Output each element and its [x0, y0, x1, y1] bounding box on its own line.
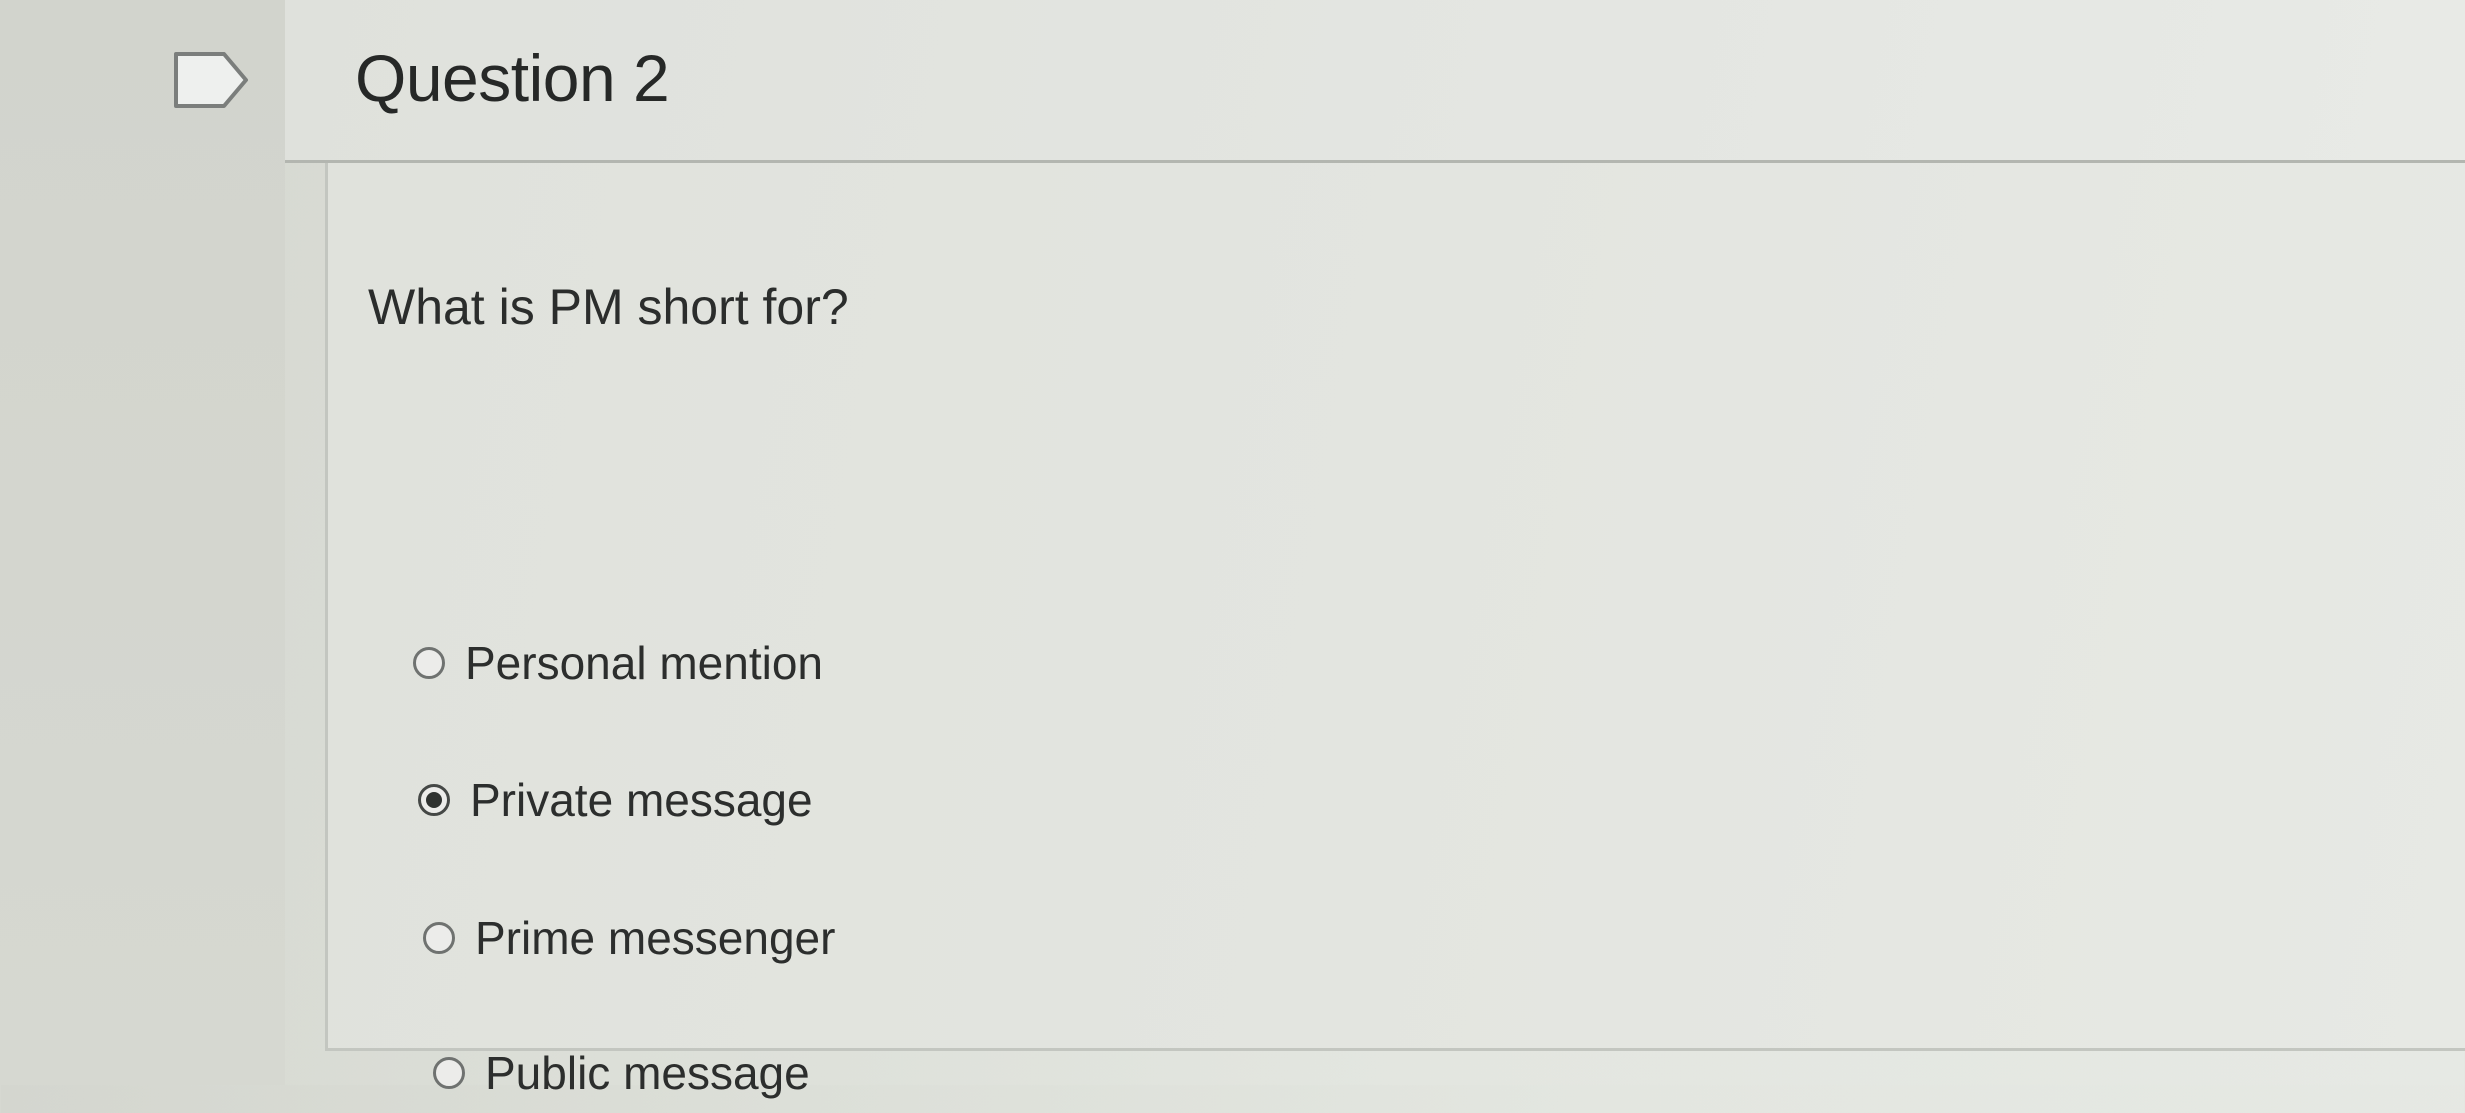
answer-label: Private message	[470, 774, 813, 826]
answer-label: Public message	[485, 1047, 810, 1099]
question-title: Question 2	[355, 41, 670, 115]
radio-button-selected[interactable]	[418, 784, 450, 816]
flag-icon[interactable]	[172, 50, 252, 110]
answer-option-private-message[interactable]: Private message	[418, 760, 813, 840]
answer-option-personal-mention[interactable]: Personal mention	[413, 623, 823, 703]
flag-column	[0, 0, 285, 1085]
answer-label: Personal mention	[465, 637, 823, 689]
radio-button[interactable]	[413, 647, 445, 679]
radio-button[interactable]	[433, 1057, 465, 1089]
radio-button[interactable]	[423, 922, 455, 954]
answer-option-prime-messenger[interactable]: Prime messenger	[423, 898, 835, 978]
answer-option-public-message[interactable]: Public message	[433, 1033, 810, 1113]
answer-label: Prime messenger	[475, 912, 836, 964]
question-body: What is PM short for? Personal mention P…	[325, 163, 2465, 1099]
question-header: Question 2	[285, 0, 2465, 163]
question-text: What is PM short for?	[368, 279, 849, 335]
